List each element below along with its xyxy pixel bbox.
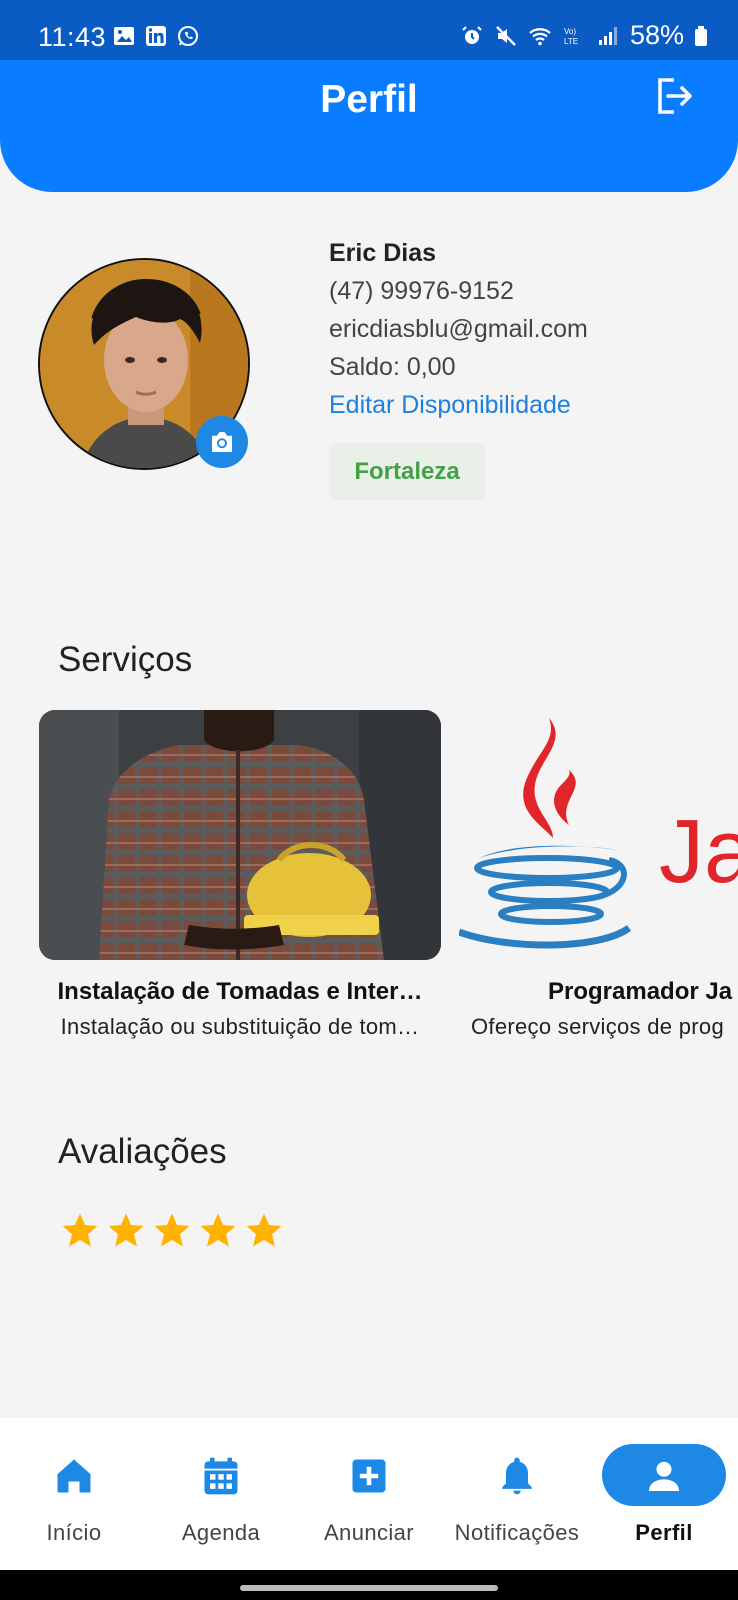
bottom-navigation: Início Agenda Anunciar Notificações Perf… — [0, 1418, 738, 1570]
services-title: Serviços — [58, 640, 193, 679]
add-box-icon — [345, 1452, 393, 1500]
logout-icon[interactable] — [652, 74, 696, 118]
svg-text:Vo): Vo) — [564, 27, 576, 36]
electrician-photo — [39, 710, 441, 960]
star-icon — [200, 1213, 236, 1247]
camera-icon — [212, 432, 232, 452]
nav-item-agenda[interactable]: Agenda — [147, 1418, 295, 1570]
svg-text:LTE: LTE — [564, 37, 578, 46]
star-icon — [246, 1213, 282, 1247]
linkedin-icon — [146, 26, 166, 46]
bell-icon — [493, 1452, 541, 1500]
user-email: ericdiasblu@gmail.com — [329, 315, 588, 343]
calendar-icon — [197, 1452, 245, 1500]
service-title: Programador Ja — [548, 978, 733, 1005]
nav-label: Início — [46, 1520, 102, 1545]
java-logo: Ja — [459, 710, 738, 960]
star-icon — [62, 1213, 98, 1247]
mute-icon — [496, 25, 516, 46]
service-description: Instalação ou substituição de tom… — [60, 1014, 420, 1039]
nav-label: Agenda — [181, 1520, 261, 1545]
service-title: Instalação de Tomadas e Inter… — [57, 978, 423, 1005]
home-indicator[interactable] — [240, 1585, 498, 1591]
service-card[interactable]: Ja Programador Ja Ofereço serviços de pr… — [459, 710, 738, 1040]
service-card[interactable]: Instalação de Tomadas e Inter… Instalaçã… — [39, 710, 441, 1040]
svg-text:Ja: Ja — [659, 802, 738, 902]
alarm-icon — [462, 25, 482, 44]
user-name: Eric Dias — [329, 239, 437, 267]
user-balance: Saldo: 0,00 — [329, 353, 456, 381]
profile-avatar — [38, 258, 250, 470]
nav-label: Anunciar — [323, 1520, 415, 1545]
nav-item-perfil[interactable]: Perfil — [590, 1418, 738, 1570]
person-icon — [640, 1452, 688, 1500]
service-description: Ofereço serviços de prog — [471, 1014, 724, 1039]
city-chip: Fortaleza — [329, 443, 485, 500]
edit-availability-link[interactable]: Editar Disponibilidade — [329, 386, 588, 424]
service-image — [39, 710, 441, 960]
volte-icon: Vo)LTE — [564, 27, 578, 46]
nav-label: Notificações — [454, 1520, 580, 1545]
service-image: Ja — [459, 710, 738, 960]
battery-icon — [695, 25, 707, 46]
page-title: Perfil — [320, 78, 418, 121]
notification-icons — [112, 24, 200, 48]
signal-icon — [598, 26, 617, 45]
user-phone: (47) 99976-9152 — [329, 277, 514, 305]
star-icon — [154, 1213, 190, 1247]
app-header: Perfil — [0, 60, 738, 192]
profile-info: Eric Dias (47) 99976-9152 ericdiasblu@gm… — [329, 234, 588, 424]
change-photo-button[interactable] — [196, 416, 248, 468]
nav-label: Perfil — [635, 1520, 693, 1545]
nav-item-inicio[interactable]: Início — [0, 1418, 148, 1570]
whatsapp-icon — [178, 26, 198, 46]
star-icon — [108, 1213, 144, 1247]
status-time: 11:43 — [38, 22, 107, 52]
status-bar: 11:43 Vo) LTE 58% — [0, 0, 738, 60]
system-icons: Vo) LTE 58% — [460, 20, 708, 51]
wifi-icon — [529, 27, 551, 45]
gallery-icon — [114, 27, 134, 45]
reviews-title: Avaliações — [58, 1132, 227, 1171]
rating-stars — [60, 1210, 284, 1250]
home-icon — [50, 1452, 98, 1500]
profile-screen: 11:43 Vo) LTE 58% Perfil Eric Dias (47) … — [0, 0, 738, 1600]
nav-item-notificacoes[interactable]: Notificações — [443, 1418, 591, 1570]
nav-item-anunciar[interactable]: Anunciar — [295, 1418, 443, 1570]
battery-percent: 58% — [629, 20, 684, 50]
